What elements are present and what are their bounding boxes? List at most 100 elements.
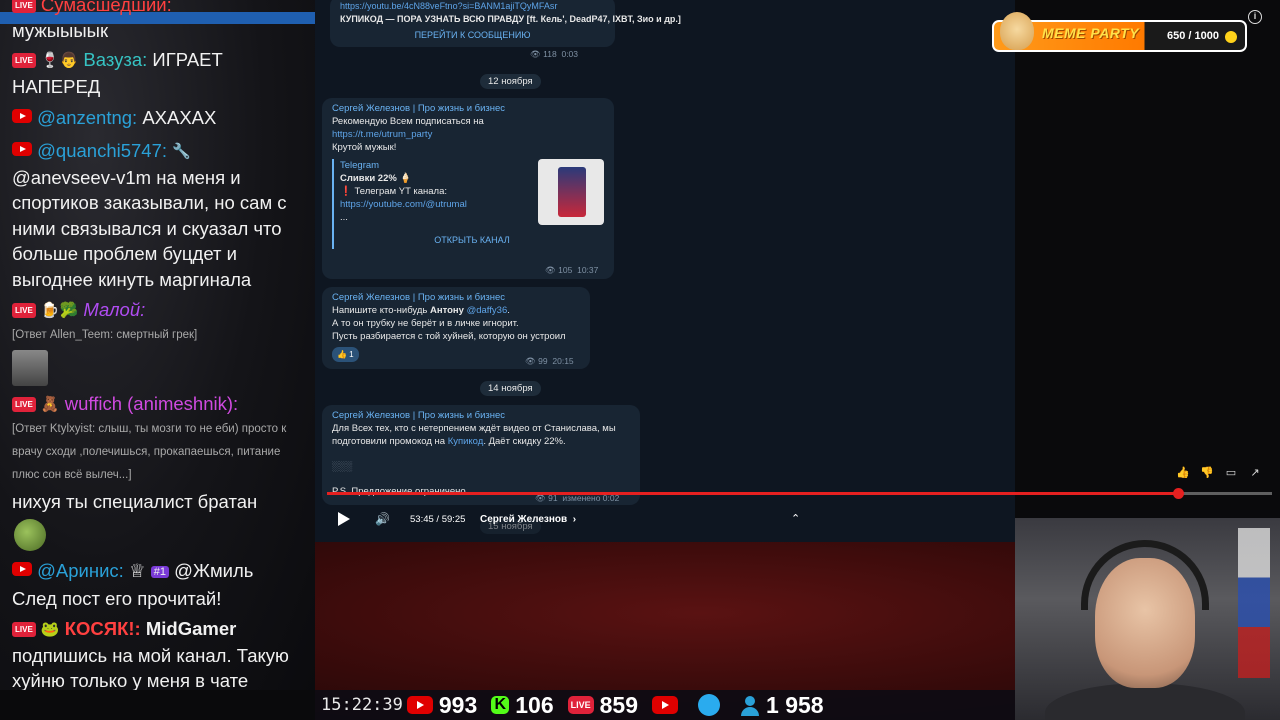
chat-nick-2: MidGamer bbox=[145, 618, 237, 639]
message-meta: 👁 99 20:15 bbox=[525, 356, 574, 367]
post-link[interactable]: Купикод bbox=[448, 436, 484, 447]
post-author[interactable]: Сергей Железнов | Про жизнь и бизнес bbox=[332, 291, 580, 304]
chat-nick: @anzentng: bbox=[37, 107, 138, 128]
live-badge-icon: LIVE bbox=[12, 303, 36, 318]
youtube-icon bbox=[12, 562, 32, 576]
chat-nick: Вазуза: bbox=[83, 49, 148, 70]
chat-nick: Малой: bbox=[83, 299, 146, 320]
youtube-icon bbox=[12, 142, 32, 156]
wrench-icon: 🔧 bbox=[172, 143, 191, 160]
post-text: Крутой мужык! bbox=[332, 142, 397, 153]
view-count: 105 bbox=[558, 265, 573, 275]
youtube-icon bbox=[652, 696, 679, 714]
kick-count: 106 bbox=[515, 691, 554, 718]
link-preview[interactable]: Telegram Сливки 22% 🍦 ❗ Телеграм YT кана… bbox=[332, 159, 604, 249]
reaction-chip[interactable]: 👍 1 bbox=[332, 347, 359, 362]
coin-icon bbox=[1225, 31, 1237, 43]
chat-text: След пост его прочитай! bbox=[12, 587, 222, 609]
view-count: 99 bbox=[538, 356, 548, 366]
dislike-icon[interactable]: 👎 bbox=[1200, 466, 1214, 480]
youtube-icon bbox=[12, 109, 32, 123]
eye-icon: 👁 bbox=[530, 49, 541, 59]
youtube-icon bbox=[406, 696, 433, 714]
mention-link[interactable]: @daffy36 bbox=[467, 305, 508, 316]
eye-icon: 👁 bbox=[545, 265, 556, 275]
live-icon: LIVE bbox=[567, 696, 594, 714]
share-icon[interactable]: ↗ bbox=[1248, 466, 1262, 480]
chat-message: LIVE 🧸 wuffich (animeshnik): bbox=[12, 391, 309, 418]
time-display: 53:45 / 59:25 bbox=[410, 514, 466, 525]
chat-overlay: LIVE Сумасшедший: мужыыыык LIVE 🍷👨 Вазуз… bbox=[0, 0, 315, 690]
doge-icon bbox=[1000, 12, 1034, 50]
emote-icon: 🧸 bbox=[40, 396, 60, 413]
chevron-right-icon: › bbox=[569, 514, 577, 525]
like-icon[interactable]: 👍 bbox=[1176, 466, 1190, 480]
post-text: Рекомендую Всем подписаться на bbox=[332, 116, 484, 127]
chat-nick: @Аринис: bbox=[37, 560, 124, 581]
live-badge-icon: LIVE bbox=[12, 53, 36, 68]
message-time: 20:15 bbox=[552, 356, 574, 366]
user-icon bbox=[740, 696, 760, 716]
chat-message: LIVE 🐸 КОСЯК!: MidGamer подпишись на мой… bbox=[12, 616, 309, 690]
total-count: 1 958 bbox=[766, 691, 824, 718]
video-action-icons: 👍 👎 ▭ ↗ bbox=[1176, 466, 1262, 480]
chat-message: LIVE 🍷👨 Вазуза: ИГРАЕТ НАПЕРЕД bbox=[12, 47, 309, 99]
chapter-title[interactable]: Сергей Железнов › bbox=[480, 514, 576, 525]
message-meta: 👁 105 10:37 bbox=[545, 265, 598, 276]
message-time: 0:03 bbox=[561, 49, 579, 59]
live-badge-icon: LIVE bbox=[12, 397, 36, 412]
chat-message: @anzentng: АХАХАХ bbox=[12, 105, 309, 131]
spoiler-icon[interactable]: ░░░ bbox=[332, 460, 630, 473]
post-text-bold: Антону bbox=[430, 305, 464, 316]
telegram-icon bbox=[698, 694, 721, 716]
kick-viewers: K 106 bbox=[491, 691, 554, 719]
date-separator: 14 ноября bbox=[480, 381, 541, 396]
live-badge-icon: LIVE bbox=[12, 622, 36, 637]
chat-message: LIVE Сумасшедший: мужыыыык bbox=[12, 0, 309, 43]
meme-party-widget: MEME PARTY 650 / 1000 bbox=[992, 12, 1247, 52]
play-icon[interactable] bbox=[338, 512, 350, 526]
crown-icon: ♕ bbox=[128, 560, 146, 581]
date-separator: 12 ноября bbox=[480, 74, 541, 89]
emote-icon: 🍺🥦 bbox=[40, 302, 79, 319]
meme-party-title: MEME PARTY bbox=[1042, 25, 1140, 41]
youtube-link[interactable]: https://youtu.be/4cN88veFtno?si=BANM1aji… bbox=[340, 0, 605, 13]
chevron-up-icon[interactable]: ⌃ bbox=[791, 512, 800, 525]
channel-post: Сергей Железнов | Про жизнь и бизнес Для… bbox=[322, 405, 640, 505]
message-meta: 👁 118 0:03 bbox=[530, 49, 578, 60]
telegram-channel-view: https://youtu.be/4cN88veFtno?si=BANM1aji… bbox=[315, 0, 1015, 542]
comment-icon[interactable]: ▭ bbox=[1224, 466, 1238, 480]
live-badge-icon: LIVE bbox=[12, 0, 36, 13]
go-to-message-button[interactable]: ПЕРЕЙТИ К СООБЩЕНИЮ bbox=[340, 29, 605, 42]
chat-nick: wuffich (animeshnik): bbox=[64, 393, 239, 414]
open-channel-button[interactable]: ОТКРЫТЬ КАНАЛ bbox=[340, 234, 604, 247]
volume-icon[interactable]: 🔊 bbox=[375, 512, 390, 526]
post-author[interactable]: Сергей Железнов | Про жизнь и бизнес bbox=[332, 409, 630, 422]
progress-knob[interactable] bbox=[1172, 488, 1184, 499]
chat-text: АХАХАХ bbox=[142, 107, 217, 128]
chat-message: @quanchi5747: 🔧 @anevseev-v1m на меня и … bbox=[12, 138, 309, 292]
preview-text: Телеграм YT канала: bbox=[354, 186, 448, 197]
video-progress-bar[interactable] bbox=[327, 488, 1272, 499]
flag-image bbox=[1238, 528, 1270, 678]
preview-image bbox=[538, 159, 604, 225]
post-author[interactable]: Сергей Железнов | Про жизнь и бизнес bbox=[332, 102, 604, 115]
live-count: 859 bbox=[599, 691, 639, 718]
chat-text: нихуя ты специалист братан bbox=[12, 491, 258, 512]
channel-post: Сергей Железнов | Про жизнь и бизнес Рек… bbox=[322, 98, 614, 279]
chat-nick: Сумасшедший: bbox=[40, 0, 172, 15]
kick-icon: K bbox=[491, 696, 510, 714]
eye-icon: 👁 bbox=[525, 356, 536, 366]
emote-icon: 🐸 bbox=[40, 621, 60, 638]
chat-reply: [Ответ Ktylxyist: слыш, ты мозги то не е… bbox=[12, 423, 287, 481]
post-text: А то он трубку не берёт и в личке игнори… bbox=[332, 318, 519, 329]
info-icon[interactable]: i bbox=[1248, 10, 1262, 24]
pin-icon: ❗ bbox=[340, 186, 352, 197]
rank-badge: #1 bbox=[150, 566, 169, 578]
message-time: 10:37 bbox=[577, 265, 599, 275]
emote-image bbox=[12, 348, 48, 386]
stream-clock: 15:22:39 bbox=[321, 695, 403, 715]
post-link[interactable]: https://t.me/utrum_party bbox=[332, 128, 604, 141]
youtube-count: 993 bbox=[438, 691, 478, 718]
person-shirt bbox=[1045, 683, 1245, 720]
